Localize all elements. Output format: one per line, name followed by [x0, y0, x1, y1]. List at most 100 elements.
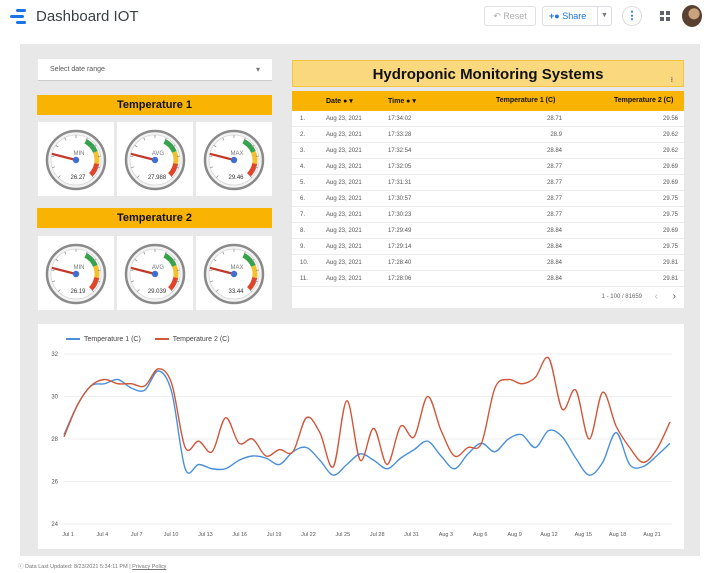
- legend-item-temp2[interactable]: Temperature 2 (C): [154, 336, 230, 343]
- x-tick-label: Jul 25: [335, 532, 350, 538]
- x-tick-label: Aug 15: [575, 532, 592, 538]
- row-index: 4.: [300, 164, 306, 170]
- y-tick-label: 32: [51, 352, 58, 358]
- gauge-t1-avg: AVG 27.988: [117, 122, 193, 196]
- reset-button[interactable]: ↶ Reset: [484, 6, 536, 26]
- apps-grid-icon[interactable]: [660, 11, 670, 21]
- row-index: 2.: [300, 132, 306, 138]
- row-index: 6.: [300, 196, 306, 202]
- y-tick-label: 30: [51, 395, 58, 401]
- row-index: 1.: [300, 116, 306, 122]
- cell-date: Aug 23, 2021: [326, 148, 362, 154]
- cell-time: 17:28:06: [388, 276, 412, 282]
- table-row[interactable]: 5. Aug 23, 2021 17:31:31 28.77 29.69: [292, 175, 684, 191]
- gauge-t2-min: MIN 26.19: [38, 236, 114, 310]
- cell-date: Aug 23, 2021: [326, 196, 362, 202]
- x-tick-label: Jul 1: [62, 532, 74, 538]
- info-icon: ⓘ: [18, 564, 24, 570]
- cell-temp2: 29.69: [662, 164, 678, 170]
- cell-temp2: 29.75: [662, 196, 678, 202]
- share-label: Share: [562, 11, 587, 21]
- dashboard-title: Hydroponic Monitoring Systems ⁝: [292, 60, 684, 87]
- cell-date: Aug 23, 2021: [326, 164, 362, 170]
- series-line-1[interactable]: [63, 370, 671, 476]
- x-tick-label: Jul 16: [232, 532, 247, 538]
- table-row[interactable]: 6. Aug 23, 2021 17:30:57 28.77 29.75: [292, 191, 684, 207]
- legend-item-temp1[interactable]: Temperature 1 (C): [66, 336, 141, 343]
- cell-temp2: 29.62: [662, 148, 678, 154]
- x-tick-label: Aug 18: [609, 532, 626, 538]
- avatar[interactable]: [682, 5, 702, 27]
- x-tick-label: Jul 31: [404, 532, 419, 538]
- cell-temp1: 28.77: [546, 212, 562, 218]
- next-page-icon[interactable]: ›: [673, 291, 676, 302]
- row-index: 11.: [300, 276, 308, 282]
- x-tick-label: Jul 7: [131, 532, 143, 538]
- cell-temp1: 28.77: [546, 180, 562, 186]
- gauge-label: AVG: [152, 151, 165, 157]
- table-row[interactable]: 10. Aug 23, 2021 17:28:40 28.84 29.81: [292, 255, 684, 271]
- cell-temp1: 28.9: [550, 132, 562, 138]
- gauge-t1-max: MAX 29.46: [196, 122, 272, 196]
- data-table: Date ● ▾ Time ● ▾ Temperature 1 (C) Temp…: [292, 91, 684, 308]
- column-header-date[interactable]: Date ● ▾: [326, 97, 353, 105]
- gauge-label: MAX: [230, 265, 243, 271]
- more-options-button[interactable]: ⋮: [622, 6, 642, 26]
- table-row[interactable]: 8. Aug 23, 2021 17:29:49 28.84 29.69: [292, 223, 684, 239]
- y-tick-label: 26: [51, 480, 58, 486]
- x-tick-label: Jul 28: [370, 532, 385, 538]
- date-range-label: Select date range: [50, 66, 105, 73]
- table-header: Date ● ▾ Time ● ▾ Temperature 1 (C) Temp…: [292, 91, 684, 111]
- cell-temp2: 29.81: [662, 260, 678, 266]
- gauge-value: 27.988: [148, 175, 167, 181]
- report-title[interactable]: Dashboard IOT: [36, 8, 139, 25]
- footer: ⓘ Data Last Updated: 8/23/2021 5:34:11 P…: [18, 562, 166, 570]
- chart-legend: Temperature 1 (C) Temperature 2 (C): [66, 336, 242, 343]
- cell-temp2: 29.75: [662, 244, 678, 250]
- cell-temp1: 28.77: [546, 164, 562, 170]
- table-row[interactable]: 4. Aug 23, 2021 17:32:05 28.77 29.69: [292, 159, 684, 175]
- x-tick-label: Aug 9: [507, 532, 521, 538]
- data-last-updated: Data Last Updated: 8/23/2021 5:34:11 PM …: [25, 564, 133, 570]
- table-row[interactable]: 9. Aug 23, 2021 17:29:14 28.84 29.75: [292, 239, 684, 255]
- line-chart[interactable]: 24 26 28 30 32 Jul 1 Jul 4 Jul 7 Jul 10 Jul 13 Jul…: [38, 324, 684, 549]
- table-row[interactable]: 11. Aug 23, 2021 17:28:06 28.84 29.81: [292, 271, 684, 287]
- x-tick-label: Jul 19: [267, 532, 282, 538]
- cell-time: 17:32:05: [388, 164, 412, 170]
- top-bar: Dashboard IOT ↶ Reset +● Share ▼ ⋮: [0, 0, 705, 34]
- column-header-time[interactable]: Time ● ▾: [388, 97, 416, 105]
- chart-menu-icon[interactable]: ⁝: [671, 77, 673, 84]
- table-row[interactable]: 2. Aug 23, 2021 17:33:28 28.9 29.62: [292, 127, 684, 143]
- cell-temp2: 29.81: [662, 276, 678, 282]
- gauge-t2-avg: AVG 29.039: [117, 236, 193, 310]
- table-pager: 1 - 100 / 81659 ‹ ›: [292, 287, 684, 307]
- table-row[interactable]: 7. Aug 23, 2021 17:30:23 28.77 29.75: [292, 207, 684, 223]
- column-header-temp2[interactable]: Temperature 2 (C): [614, 97, 673, 104]
- x-tick-label: Aug 3: [439, 532, 453, 538]
- privacy-policy-link[interactable]: Privacy Policy: [132, 564, 166, 570]
- cell-temp1: 28.84: [546, 244, 562, 250]
- chevron-down-icon[interactable]: ▼: [597, 7, 611, 25]
- gauge-label: MAX: [230, 151, 243, 157]
- gauge-t1-min: MIN 26.27: [38, 122, 114, 196]
- pager-range: 1 - 100 / 81659: [601, 294, 642, 300]
- gauge-value: 26.19: [70, 289, 86, 295]
- table-row[interactable]: 3. Aug 23, 2021 17:32:54 28.84 29.62: [292, 143, 684, 159]
- row-index: 10.: [300, 260, 309, 266]
- row-index: 3.: [300, 148, 306, 154]
- cell-date: Aug 23, 2021: [326, 180, 362, 186]
- cell-temp2: 29.69: [662, 228, 678, 234]
- x-tick-label: Jul 4: [97, 532, 109, 538]
- gauge-value: 29.039: [148, 289, 167, 295]
- x-tick-label: Aug 6: [473, 532, 487, 538]
- cell-temp2: 29.75: [662, 212, 678, 218]
- column-header-temp1[interactable]: Temperature 1 (C): [496, 97, 555, 104]
- cell-time: 17:29:14: [388, 244, 412, 250]
- prev-page-icon[interactable]: ‹: [655, 291, 658, 302]
- temperature-1-header: Temperature 1: [37, 95, 272, 115]
- line-chart-card: Temperature 1 (C) Temperature 2 (C) 24 26…: [38, 324, 684, 549]
- date-range-picker[interactable]: Select date range ▾: [38, 59, 272, 81]
- table-row[interactable]: 1. Aug 23, 2021 17:34:02 28.71 29.56: [292, 111, 684, 127]
- cell-time: 17:29:49: [388, 228, 412, 234]
- share-button[interactable]: +● Share ▼: [542, 6, 612, 26]
